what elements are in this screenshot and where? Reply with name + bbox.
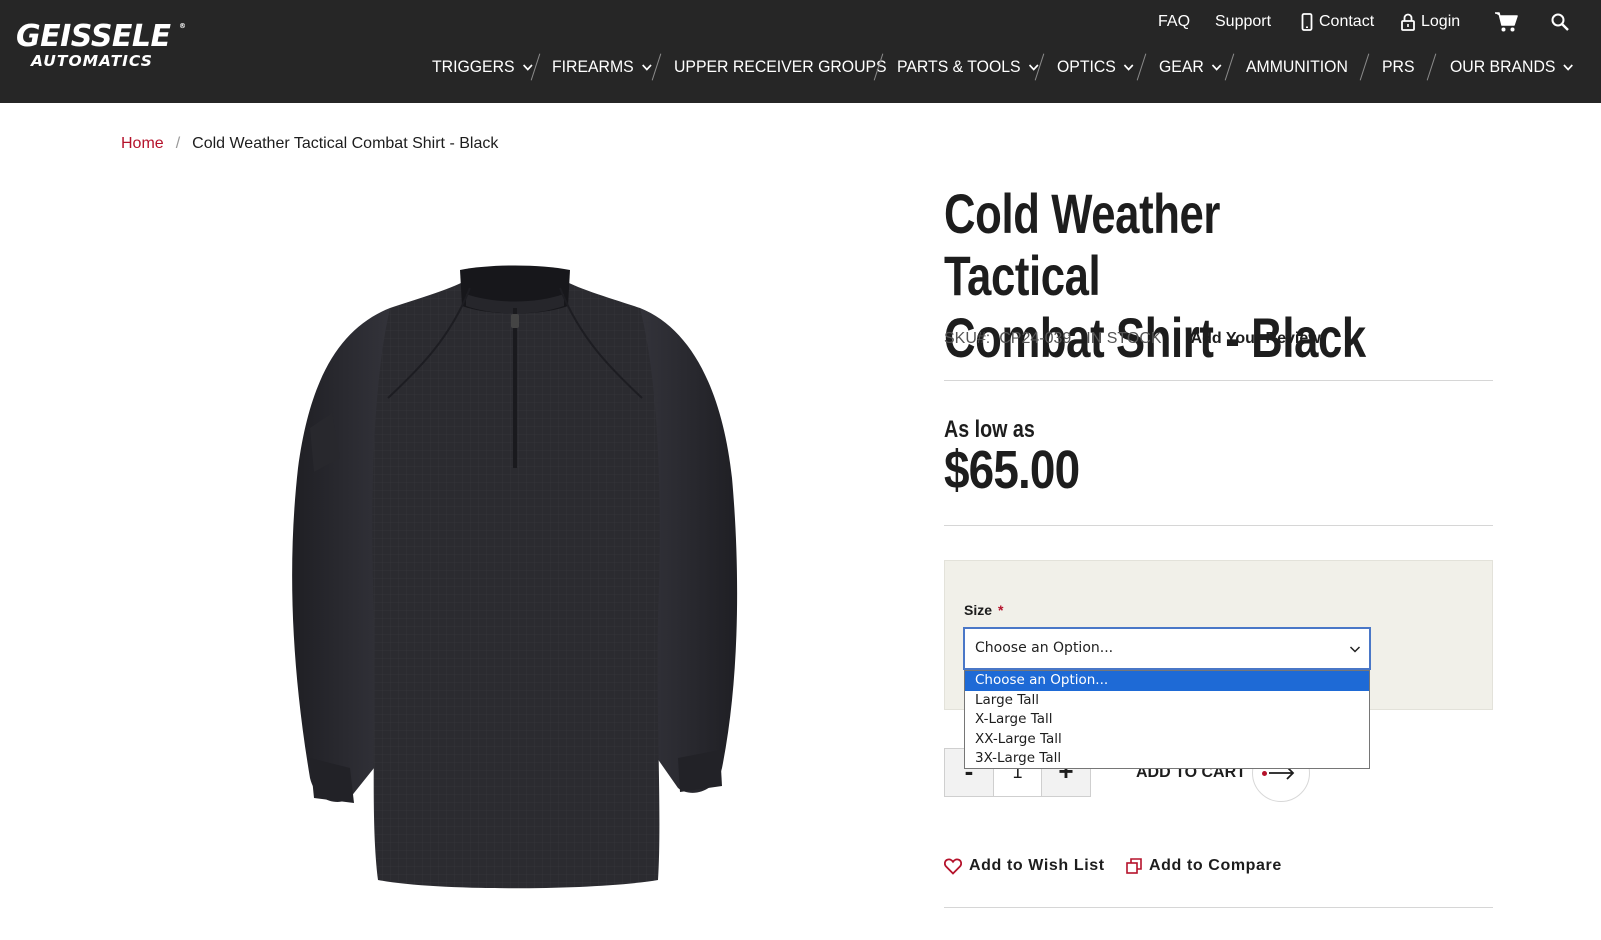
add-to-compare-link[interactable]: Add to Compare: [1126, 854, 1282, 878]
contact-label: Contact: [1319, 13, 1375, 30]
nav-label: PARTS & TOOLS: [897, 57, 1021, 76]
size-label-text: Size: [964, 602, 993, 618]
phone-icon: [1301, 13, 1313, 31]
heart-icon: [944, 858, 962, 875]
chevron-down-icon: [1349, 646, 1361, 653]
lock-icon: [1401, 13, 1415, 31]
required-mark: *: [998, 602, 1004, 618]
faq-label: FAQ: [1158, 13, 1191, 30]
geissele-logo[interactable]: GEISSELE ® AUTOMATICS: [16, 20, 186, 76]
search-link[interactable]: [1551, 10, 1569, 34]
logo-line2: AUTOMATICS: [31, 52, 153, 70]
cart-link[interactable]: [1494, 10, 1518, 34]
nav-upper-receiver-groups[interactable]: UPPER RECEIVER GROUPS: [674, 55, 887, 79]
size-option[interactable]: Choose an Option...: [965, 671, 1369, 691]
nav-firearms[interactable]: FIREARMS: [552, 55, 652, 79]
chevron-down-icon: [1124, 64, 1134, 71]
wishlist-label: Add to Wish List: [969, 857, 1105, 874]
size-select-value: Choose an Option...: [975, 640, 1114, 656]
logo-registered: ®: [179, 22, 186, 30]
nav-label: FIREARMS: [552, 57, 634, 76]
nav-label: OUR BRANDS: [1450, 57, 1556, 76]
nav-gear[interactable]: GEAR: [1159, 55, 1222, 79]
nav-label: PRS: [1382, 57, 1415, 76]
login-link[interactable]: Login: [1401, 10, 1460, 34]
site-header: GEISSELE ® AUTOMATICS FAQ Support Contac…: [0, 0, 1601, 103]
chevron-down-icon: [1212, 64, 1222, 71]
size-option[interactable]: Large Tall: [965, 691, 1369, 711]
divider: [944, 380, 1493, 381]
size-dropdown-list: Choose an Option... Large Tall X-Large T…: [964, 670, 1370, 769]
size-option[interactable]: XX-Large Tall: [965, 730, 1369, 750]
size-select[interactable]: Choose an Option...: [963, 627, 1371, 670]
breadcrumb-home-link[interactable]: Home: [121, 133, 164, 155]
product-title-line1: Cold Weather Tactical: [944, 182, 1221, 307]
breadcrumb-current: Cold Weather Tactical Combat Shirt - Bla…: [192, 135, 499, 152]
nav-divider: [651, 53, 662, 81]
nav-optics[interactable]: OPTICS: [1057, 55, 1134, 79]
nav-parts-tools[interactable]: PARTS & TOOLS: [897, 55, 1039, 79]
chevron-down-icon: [522, 64, 533, 71]
nav-triggers[interactable]: TRIGGERS: [432, 55, 533, 79]
sku-value: CP24-039: [999, 330, 1072, 347]
nav-label: GEAR: [1159, 57, 1204, 76]
sku-label: SKU#:: [944, 330, 991, 347]
size-option[interactable]: X-Large Tall: [965, 710, 1369, 730]
nav-divider: [1136, 53, 1147, 81]
breadcrumb-separator: /: [175, 135, 181, 152]
nav-divider: [1224, 53, 1235, 81]
login-label: Login: [1421, 13, 1461, 30]
divider: [944, 525, 1493, 526]
nav-prs[interactable]: PRS: [1382, 55, 1415, 79]
nav-label: AMMUNITION: [1246, 57, 1348, 76]
product-image[interactable]: [270, 258, 760, 898]
divider: [944, 907, 1493, 908]
add-review-link[interactable]: Add Your Review: [1191, 328, 1321, 350]
nav-label: TRIGGERS: [432, 57, 515, 76]
nav-divider: [1359, 53, 1370, 81]
search-icon: [1551, 13, 1569, 31]
size-option[interactable]: 3X-Large Tall: [965, 749, 1369, 769]
logo-line1: GEISSELE: [16, 19, 171, 54]
nav-our-brands[interactable]: OUR BRANDS: [1450, 55, 1574, 79]
nav-ammunition[interactable]: AMMUNITION: [1246, 55, 1348, 79]
product-meta: SKU#: CP24-039 In stock Add Your Review: [944, 328, 1321, 350]
size-label: Size *: [964, 601, 1003, 619]
compare-icon: [1126, 858, 1142, 874]
nav-label: UPPER RECEIVER GROUPS: [674, 57, 887, 76]
compare-label: Add to Compare: [1149, 857, 1282, 874]
contact-link[interactable]: Contact: [1301, 10, 1374, 34]
cart-icon: [1494, 11, 1518, 33]
chevron-down-icon: [1563, 64, 1574, 71]
nav-label: OPTICS: [1057, 57, 1116, 76]
chevron-down-icon: [641, 64, 652, 71]
product-price: $65.00: [944, 440, 1080, 500]
support-label: Support: [1215, 13, 1272, 30]
nav-divider: [1426, 53, 1437, 81]
breadcrumb: Home / Cold Weather Tactical Combat Shir…: [121, 133, 498, 155]
support-link[interactable]: Support: [1215, 10, 1271, 34]
faq-link[interactable]: FAQ: [1158, 10, 1190, 34]
add-to-wishlist-link[interactable]: Add to Wish List: [944, 854, 1105, 878]
stock-status: In stock: [1086, 330, 1162, 347]
